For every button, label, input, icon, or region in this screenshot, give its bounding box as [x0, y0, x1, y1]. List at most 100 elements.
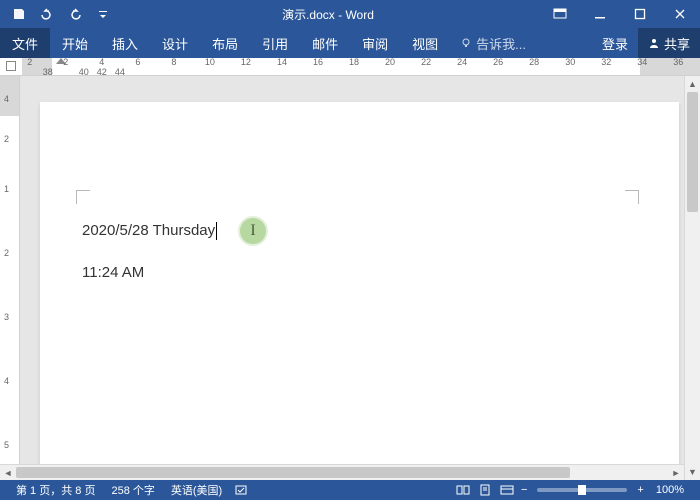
ribbon-display-options-button[interactable]: [540, 0, 580, 28]
minimize-button[interactable]: [580, 0, 620, 28]
save-icon: [12, 7, 26, 21]
ruler-tick: 36: [671, 58, 687, 67]
text-line[interactable]: 2020/5/28 Thursday I: [82, 222, 637, 240]
ruler-tick: 38: [40, 67, 56, 77]
page[interactable]: 2020/5/28 Thursday I 11:24 AM: [40, 102, 679, 480]
chevron-down-icon: [99, 10, 107, 18]
scrollbar-track[interactable]: [685, 92, 700, 464]
ruler-tick: 12: [238, 58, 254, 67]
save-button[interactable]: [6, 2, 32, 26]
quick-access-toolbar: [0, 2, 116, 26]
ruler-tick: 24: [454, 58, 470, 67]
ruler-tick: 40: [76, 67, 92, 77]
ruler-vtick: 3: [4, 312, 9, 322]
vertical-scrollbar[interactable]: ▲ ▼: [684, 76, 700, 480]
ruler-tick: 44: [112, 67, 128, 77]
ruler-tick: 4: [94, 58, 110, 67]
ruler-tick: 2: [58, 58, 74, 67]
ruler-tick: 20: [382, 58, 398, 67]
tab-view[interactable]: 视图: [400, 28, 450, 58]
read-mode-button[interactable]: [453, 481, 473, 499]
tab-references[interactable]: 引用: [250, 28, 300, 58]
ruler-tick: 42: [94, 67, 110, 77]
page-number-status[interactable]: 第 1 页，共 8 页: [8, 482, 103, 498]
scrollbar-track[interactable]: [16, 465, 668, 480]
lightbulb-icon: [460, 37, 472, 49]
redo-button[interactable]: [62, 2, 88, 26]
vertical-ruler[interactable]: 4 2 1 2 3 4 5: [0, 76, 20, 480]
scroll-right-button[interactable]: ►: [668, 465, 684, 480]
share-icon: [648, 37, 660, 49]
ruler-tick: 10: [202, 58, 218, 67]
tab-design[interactable]: 设计: [150, 28, 200, 58]
zoom-out-button[interactable]: −: [517, 484, 531, 496]
document-text[interactable]: 2020/5/28 Thursday: [82, 222, 215, 239]
tab-mailings[interactable]: 邮件: [300, 28, 350, 58]
proofing-icon[interactable]: [234, 483, 248, 497]
text-line[interactable]: 11:24 AM: [82, 264, 637, 281]
horizontal-ruler[interactable]: 2 2 4 6 8 10 12 14 16 18 20 22 24 26 28 …: [0, 58, 700, 76]
tell-me-label: 告诉我...: [476, 34, 526, 53]
tab-selector[interactable]: [6, 61, 16, 71]
ruler-tick: 34: [635, 58, 651, 67]
qat-customize-button[interactable]: [90, 2, 116, 26]
margin-corner-tl: [76, 190, 90, 204]
ruler-tick: 18: [346, 58, 362, 67]
word-count-status[interactable]: 258 个字: [103, 482, 162, 498]
read-mode-icon: [456, 484, 470, 496]
ruler-tick: 2: [22, 58, 38, 67]
cursor-highlight-icon: I: [240, 218, 266, 244]
window-controls: [540, 0, 700, 28]
scroll-left-button[interactable]: ◄: [0, 465, 16, 480]
zoom-slider[interactable]: [537, 488, 627, 492]
print-layout-button[interactable]: [475, 481, 495, 499]
redo-icon: [68, 7, 82, 21]
ruler-tick: 28: [526, 58, 542, 67]
maximize-icon: [634, 8, 646, 20]
margin-corner-tr: [625, 190, 639, 204]
ruler-tick: 16: [310, 58, 326, 67]
language-status[interactable]: 英语(美国): [163, 482, 230, 498]
document-area[interactable]: 2020/5/28 Thursday I 11:24 AM: [20, 76, 700, 480]
scroll-down-button[interactable]: ▼: [685, 464, 700, 480]
tab-file[interactable]: 文件: [0, 28, 50, 58]
zoom-slider-knob[interactable]: [578, 485, 586, 495]
title-bar: 演示.docx - Word: [0, 0, 700, 28]
top-margin-area: [0, 76, 19, 116]
ribbon-tabs: 文件 开始 插入 设计 布局 引用 邮件 审阅 视图 告诉我... 登录 共享: [0, 28, 700, 58]
ruler-vtick: 5: [4, 440, 9, 450]
workspace: 4 2 1 2 3 4 5 2020/5/28 Thursday I 11:24…: [0, 76, 700, 480]
view-buttons: [453, 481, 517, 499]
text-caret: [216, 222, 217, 240]
share-button[interactable]: 共享: [638, 28, 700, 58]
document-body[interactable]: 2020/5/28 Thursday I 11:24 AM: [40, 102, 679, 345]
tab-layout[interactable]: 布局: [200, 28, 250, 58]
document-text[interactable]: 11:24 AM: [82, 264, 144, 281]
ruler-tick: 8: [166, 58, 182, 67]
minimize-icon: [594, 8, 606, 20]
tab-insert[interactable]: 插入: [100, 28, 150, 58]
print-layout-icon: [479, 484, 491, 496]
zoom-in-button[interactable]: +: [633, 484, 647, 496]
ruler-vtick: 2: [4, 134, 9, 144]
share-label: 共享: [664, 34, 690, 53]
ruler-tick: 6: [130, 58, 146, 67]
ruler-tick: 26: [490, 58, 506, 67]
zoom-level[interactable]: 100%: [648, 484, 692, 496]
web-layout-icon: [500, 484, 514, 496]
tab-review[interactable]: 审阅: [350, 28, 400, 58]
ruler-vtick: 1: [4, 184, 9, 194]
tell-me-search[interactable]: 告诉我...: [450, 28, 536, 58]
undo-button[interactable]: [34, 2, 60, 26]
sign-in-button[interactable]: 登录: [592, 28, 638, 58]
close-button[interactable]: [660, 0, 700, 28]
tab-home[interactable]: 开始: [50, 28, 100, 58]
horizontal-scrollbar[interactable]: ◄ ►: [0, 464, 684, 480]
scrollbar-thumb[interactable]: [687, 92, 698, 212]
maximize-button[interactable]: [620, 0, 660, 28]
ruler-tick: 30: [562, 58, 578, 67]
web-layout-button[interactable]: [497, 481, 517, 499]
scrollbar-thumb[interactable]: [16, 467, 570, 478]
undo-icon: [40, 7, 54, 21]
scroll-up-button[interactable]: ▲: [685, 76, 700, 92]
